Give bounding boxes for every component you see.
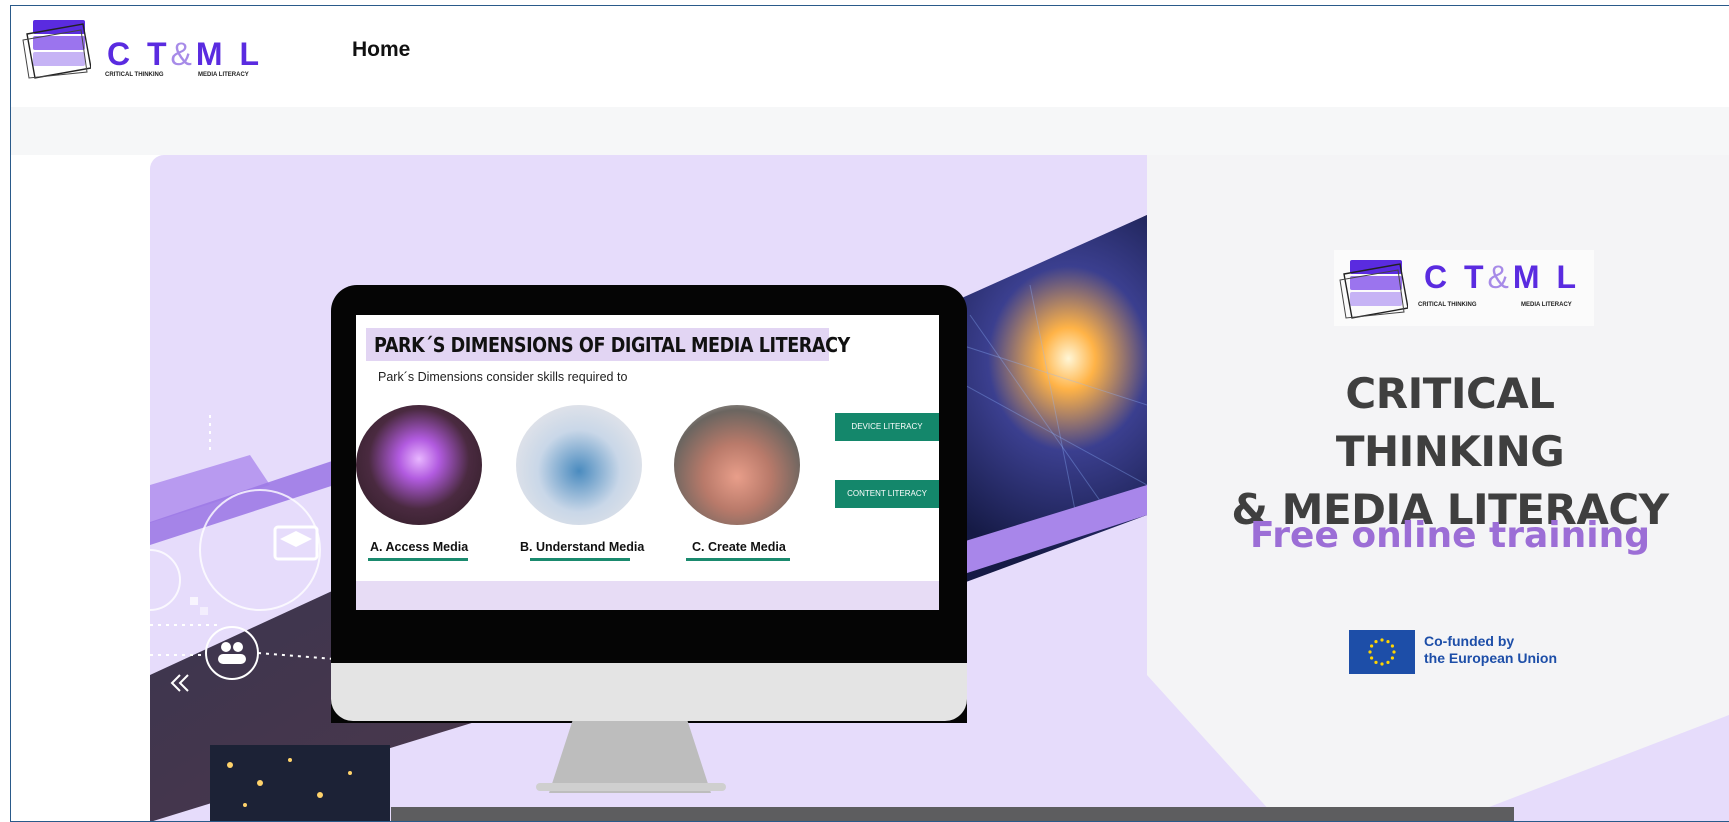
logo-subtitle-left: CRITICAL THINKING — [105, 72, 164, 78]
eu-cofunded-text: Co-funded by the European Union — [1424, 633, 1557, 667]
hero-banner[interactable]: PARK´S DIMENSIONS OF DIGITAL MEDIA LITER… — [150, 155, 1729, 822]
access-media-image — [356, 405, 482, 525]
understand-media-image — [516, 405, 642, 525]
nav-home-link[interactable]: Home — [352, 38, 410, 62]
slide-item-underline — [368, 558, 468, 561]
logo-stack-icon — [1339, 260, 1408, 319]
hero-logo-wordmark: C T&M L — [1424, 259, 1580, 295]
device-literacy-tag: DEVICE LITERACY — [835, 413, 939, 441]
hero-headline-line1: CRITICAL THINKING — [1335, 369, 1565, 476]
logo-subtitle-right: MEDIA LITERACY — [198, 72, 249, 78]
slide-item-underline — [530, 558, 630, 561]
site-header — [11, 6, 1729, 107]
slide-title: PARK´S DIMENSIONS OF DIGITAL MEDIA LITER… — [374, 333, 850, 357]
slide-item-label: C. Create Media — [692, 540, 786, 554]
hero-headline: CRITICAL THINKING & MEDIA LITERACY — [1230, 365, 1670, 539]
site-logo[interactable]: C T&M L CRITICAL THINKING MEDIA LITERACY — [21, 16, 267, 86]
slide-item-label: B. Understand Media — [520, 540, 645, 554]
monitor-chin — [331, 663, 967, 721]
eu-text-line2: the European Union — [1424, 650, 1557, 666]
graduation-cap-icon — [273, 525, 319, 561]
content-literacy-tag: CONTENT LITERACY — [835, 480, 939, 508]
hero-bottom-bar — [391, 807, 1514, 822]
hero-tagline: Free online training — [1250, 515, 1650, 556]
logo-wordmark: C T&M L — [107, 36, 263, 72]
hero-logo-subtitle-left: CRITICAL THINKING — [1418, 302, 1477, 308]
eu-text-line1: Co-funded by — [1424, 633, 1515, 649]
create-media-image — [674, 405, 800, 525]
monitor-screen-slide: PARK´S DIMENSIONS OF DIGITAL MEDIA LITER… — [356, 315, 939, 610]
header-subbar — [11, 107, 1729, 155]
slide-footer — [356, 581, 939, 610]
slide-subtitle: Park´s Dimensions consider skills requir… — [378, 370, 628, 384]
slide-item-underline — [686, 558, 790, 561]
eu-flag-icon — [1349, 630, 1415, 674]
logo-stack-icon — [22, 20, 91, 79]
monitor-stand-base — [536, 783, 726, 791]
slide-item-label: A. Access Media — [370, 540, 469, 554]
hero-logo-subtitle-right: MEDIA LITERACY — [1521, 302, 1572, 308]
